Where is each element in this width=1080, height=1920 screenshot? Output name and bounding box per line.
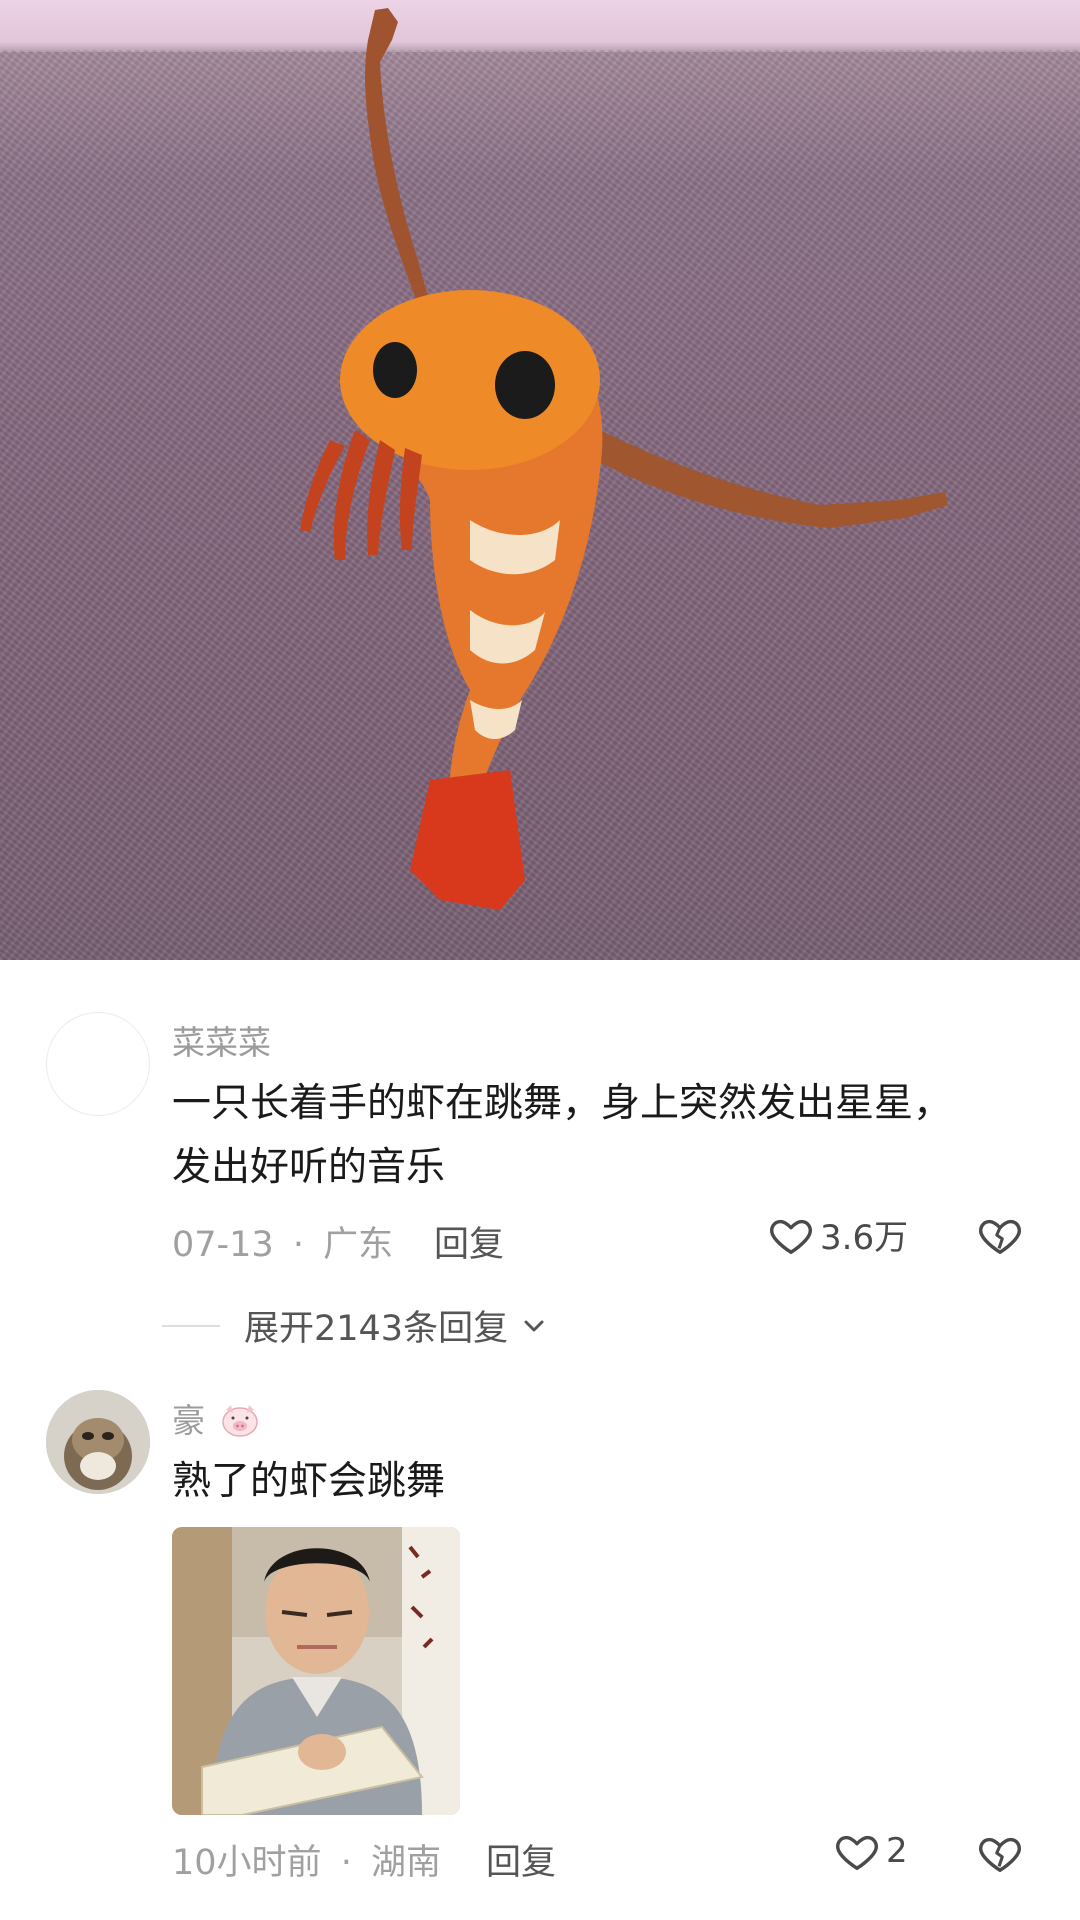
comment-text: 熟了的虾会跳舞 — [172, 1459, 446, 1504]
expand-replies[interactable]: 展开2143条回复 — [162, 1300, 550, 1351]
broken-heart-icon — [979, 1837, 1021, 1872]
pig-emoji-icon — [221, 1405, 258, 1437]
comment-image[interactable] — [172, 1527, 460, 1815]
comment-time: 07-13 — [172, 1225, 274, 1265]
dislike-button[interactable] — [976, 1830, 1024, 1880]
dislike-button[interactable] — [976, 1212, 1024, 1262]
avatar[interactable] — [46, 1012, 150, 1116]
reply-button[interactable]: 回复 — [434, 1216, 504, 1267]
cat-avatar-image — [46, 1390, 150, 1494]
username-text: 豪 — [172, 1401, 205, 1440]
man-reading-image — [172, 1527, 460, 1815]
comment-text-line: 一只长着手的虾在跳舞，身上突然发出星星， — [172, 1081, 953, 1126]
dancing-shrimp-illustration — [300, 8, 948, 910]
comment-meta: 07-13 · 广东 — [172, 1216, 393, 1267]
broken-heart-icon — [979, 1219, 1021, 1254]
comments-page: 菜菜菜 一只长着手的虾在跳舞，身上突然发出星星， 发出好听的音乐 07-13 ·… — [0, 0, 1080, 1920]
heart-outline-icon — [770, 1219, 812, 1254]
comment-username[interactable]: 豪 — [172, 1394, 260, 1442]
divider-line — [162, 1324, 220, 1327]
comment-text-line: 发出好听的音乐 — [172, 1145, 446, 1190]
comment-time: 10小时前 — [172, 1843, 322, 1883]
comment-text: 一只长着手的虾在跳舞，身上突然发出星星， 发出好听的音乐 — [172, 1072, 1032, 1200]
post-image[interactable] — [0, 0, 1080, 960]
like-button[interactable]: 3.6万 — [768, 1210, 908, 1259]
like-count: 2 — [886, 1831, 908, 1871]
expand-replies-label: 展开2143条回复 — [244, 1309, 509, 1349]
meta-separator: · — [292, 1225, 304, 1265]
meta-separator: · — [340, 1843, 352, 1883]
heart-outline-icon — [836, 1835, 878, 1870]
avatar[interactable] — [46, 1390, 150, 1494]
like-button[interactable]: 2 — [834, 1828, 908, 1874]
reply-button[interactable]: 回复 — [486, 1834, 556, 1885]
comment-meta: 10小时前 · 湖南 — [172, 1834, 441, 1885]
comment-location: 湖南 — [370, 1843, 441, 1883]
comment-username[interactable]: 菜菜菜 — [172, 1016, 271, 1064]
chevron-down-icon — [524, 1320, 544, 1331]
comment-location: 广东 — [323, 1225, 394, 1265]
like-count: 3.6万 — [820, 1218, 909, 1258]
